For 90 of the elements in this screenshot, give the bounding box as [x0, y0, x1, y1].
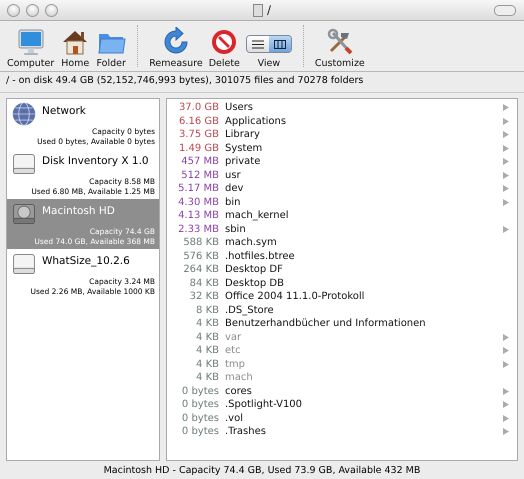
file-size: 0 bytes: [180, 399, 219, 410]
toolbar-button[interactable]: Customize: [312, 27, 368, 69]
hard-drive-icon: [11, 201, 37, 227]
zoom-button[interactable]: [45, 4, 58, 17]
volume-name: Disk Inventory X 1.0: [42, 154, 150, 166]
close-button[interactable]: [7, 4, 20, 17]
file-size: 6.16 GB: [178, 116, 219, 127]
file-name[interactable]: usr: [225, 170, 497, 181]
disclosure-arrow-icon[interactable]: [503, 428, 509, 436]
file-name[interactable]: Desktop DF: [225, 264, 497, 276]
column-view-segment[interactable]: [268, 36, 291, 52]
disclosure-arrow-icon[interactable]: [503, 118, 509, 125]
file-size: 4 KB: [195, 358, 219, 370]
disclosure-arrow-icon[interactable]: [503, 104, 509, 112]
file-size: 0 bytes: [180, 412, 219, 424]
toolbar-button[interactable]: Computer: [4, 27, 58, 69]
file-name[interactable]: Desktop DB: [225, 278, 497, 289]
monitor-icon: [16, 27, 46, 57]
file-size: 2.33 MB: [177, 224, 219, 235]
disclosure-arrow-icon[interactable]: [503, 144, 509, 152]
file-size: 264 KB: [182, 264, 219, 276]
list-icon: [252, 40, 264, 48]
file-size: 37.0 GB: [178, 102, 219, 114]
file-name[interactable]: Applications: [225, 116, 497, 127]
disclosure-arrow-icon[interactable]: [503, 172, 509, 179]
file-size: 0 bytes: [180, 426, 219, 438]
columns-icon: [274, 40, 286, 48]
toolbar-button[interactable]: Delete: [206, 27, 243, 69]
file-name[interactable]: Library: [225, 129, 497, 140]
list-view-segment[interactable]: [246, 36, 269, 52]
disclosure-arrow-icon[interactable]: [503, 158, 509, 166]
toolbar-button[interactable]: Remeasure: [146, 27, 206, 69]
disclosure-arrow-icon[interactable]: [503, 347, 509, 354]
window-title: /: [266, 3, 272, 17]
disclosure-arrow-icon[interactable]: [503, 185, 509, 192]
file-name[interactable]: bin: [225, 196, 497, 208]
file-name[interactable]: Benutzerhandbücher und Informationen: [225, 318, 497, 330]
file-name[interactable]: .hotfiles.btree: [225, 250, 497, 262]
file-name[interactable]: mach.sym: [225, 237, 497, 248]
file-name[interactable]: private: [225, 156, 497, 168]
minimize-button[interactable]: [26, 4, 39, 17]
file-size: 32 KB: [188, 291, 219, 302]
file-name[interactable]: .Trashes: [225, 426, 497, 438]
document-icon: [252, 4, 263, 16]
file-size: 1.49 GB: [178, 142, 219, 154]
file-name[interactable]: System: [225, 142, 497, 154]
file-size: 4 KB: [195, 372, 219, 384]
drive-icon: [11, 151, 37, 177]
volume-name: Macintosh HD: [42, 204, 116, 216]
drive-icon: [11, 251, 37, 277]
status-text: Macintosh HD - Capacity 74.4 GB, Used 73.9 GB, Available 432 MB: [102, 464, 422, 478]
file-size: 512 MB: [180, 170, 219, 181]
file-size: 576 KB: [182, 250, 219, 262]
file-name[interactable]: sbin: [225, 224, 497, 235]
file-name[interactable]: Office 2004 11.1.0-Protokoll: [225, 291, 497, 302]
file-size: 84 KB: [188, 278, 219, 289]
toolbar-button[interactable]: Home: [57, 27, 94, 69]
file-size: 3.75 GB: [178, 129, 219, 140]
file-size: 5.17 MB: [177, 183, 219, 194]
disclosure-arrow-icon[interactable]: [503, 414, 509, 422]
file-size: 4 KB: [195, 318, 219, 330]
disclosure-arrow-icon[interactable]: [503, 198, 509, 206]
disclosure-arrow-icon[interactable]: [503, 334, 509, 341]
file-size: 4 KB: [195, 345, 219, 356]
file-name[interactable]: .DS_Store: [225, 304, 497, 316]
volume-name: WhatSize_10.2.6: [42, 254, 131, 266]
file-name[interactable]: Users: [225, 102, 497, 114]
file-name[interactable]: dev: [225, 183, 497, 194]
file-size: 457 MB: [180, 156, 219, 168]
file-size: 4.30 MB: [177, 196, 219, 208]
file-size: 588 KB: [182, 237, 219, 248]
toolbar-button[interactable]: View: [242, 28, 295, 69]
path-info: / - on disk 49.4 GB (52,152,746,993 bytes), 301075 files and 70278 folders: [0, 72, 524, 93]
file-size: 0 bytes: [180, 386, 219, 397]
disclosure-arrow-icon[interactable]: [503, 226, 509, 233]
file-name[interactable]: mach_kernel: [225, 210, 497, 222]
disclosure-arrow-icon[interactable]: [503, 360, 509, 368]
volume-name: Network: [42, 104, 87, 116]
file-name[interactable]: cores: [225, 386, 497, 397]
toolbar-toggle-button[interactable]: [494, 5, 516, 16]
file-size: 8 KB: [195, 304, 219, 316]
disclosure-arrow-icon[interactable]: [503, 401, 509, 408]
file-name[interactable]: .Spotlight-V100: [225, 399, 497, 410]
disclosure-arrow-icon[interactable]: [503, 131, 509, 138]
file-size: 4.13 MB: [177, 210, 219, 222]
file-name[interactable]: .vol: [225, 412, 497, 424]
globe-icon: [11, 101, 37, 127]
disclosure-arrow-icon[interactable]: [503, 388, 509, 395]
file-size: 4 KB: [195, 332, 219, 343]
toolbar-button[interactable]: Folder: [93, 27, 130, 69]
